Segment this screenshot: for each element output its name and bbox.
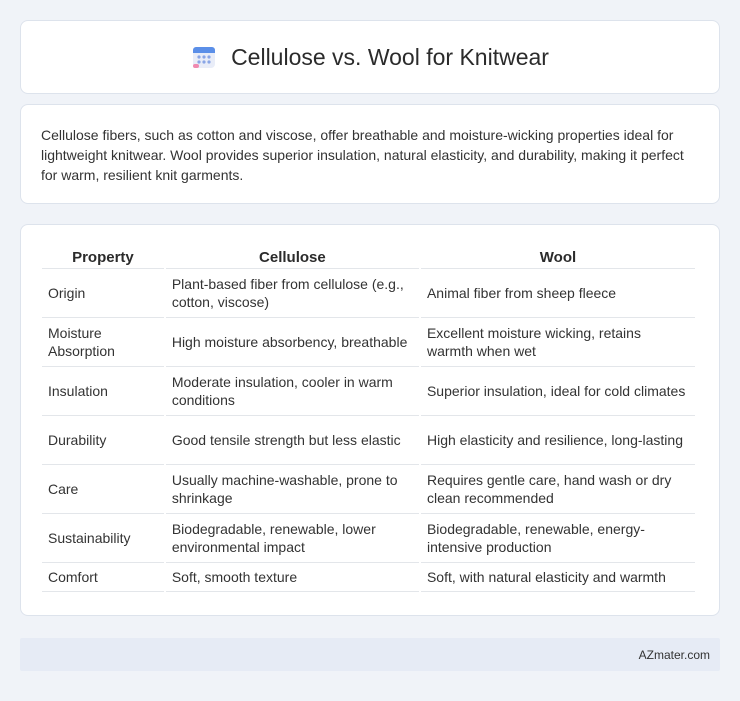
title-wrap: Cellulose vs. Wool for Knitwear bbox=[191, 44, 549, 71]
cellulose-cell: Good tensile strength but less elastic bbox=[165, 416, 419, 465]
comparison-table: Property Cellulose Wool Origin Plant-bas… bbox=[40, 245, 697, 592]
property-cell: Care bbox=[42, 465, 164, 514]
wool-cell: Biodegradable, renewable, energy-intensi… bbox=[420, 514, 695, 563]
property-cell: Comfort bbox=[42, 563, 164, 592]
table-row: Insulation Moderate insulation, cooler i… bbox=[42, 367, 695, 416]
table-row: Origin Plant-based fiber from cellulose … bbox=[42, 269, 695, 318]
property-cell: Insulation bbox=[42, 367, 164, 416]
footer-bar: AZmater.com bbox=[20, 638, 720, 671]
property-cell: Moisture Absorption bbox=[42, 318, 164, 367]
wool-cell: High elasticity and resilience, long-las… bbox=[420, 416, 695, 465]
table-row: Sustainability Biodegradable, renewable,… bbox=[42, 514, 695, 563]
table-header-row: Property Cellulose Wool bbox=[42, 245, 695, 269]
wool-cell: Soft, with natural elasticity and warmth bbox=[420, 563, 695, 592]
table-row: Care Usually machine-washable, prone to … bbox=[42, 465, 695, 514]
wool-cell: Requires gentle care, hand wash or dry c… bbox=[420, 465, 695, 514]
table-row: Comfort Soft, smooth texture Soft, with … bbox=[42, 563, 695, 592]
calendar-grid-icon bbox=[193, 47, 216, 68]
comparison-table-card: Property Cellulose Wool Origin Plant-bas… bbox=[20, 224, 720, 616]
intro-text: Cellulose fibers, such as cotton and vis… bbox=[41, 127, 684, 183]
cellulose-cell: Soft, smooth texture bbox=[165, 563, 419, 592]
header-property: Property bbox=[42, 245, 164, 269]
wool-cell: Superior insulation, ideal for cold clim… bbox=[420, 367, 695, 416]
property-cell: Origin bbox=[42, 269, 164, 318]
cellulose-cell: High moisture absorbency, breathable bbox=[165, 318, 419, 367]
cellulose-cell: Plant-based fiber from cellulose (e.g., … bbox=[165, 269, 419, 318]
wool-cell: Excellent moisture wicking, retains warm… bbox=[420, 318, 695, 367]
header-cellulose: Cellulose bbox=[165, 245, 419, 269]
table-row: Moisture Absorption High moisture absorb… bbox=[42, 318, 695, 367]
header-wool: Wool bbox=[420, 245, 695, 269]
title-card: Cellulose vs. Wool for Knitwear bbox=[20, 20, 720, 94]
cellulose-cell: Moderate insulation, cooler in warm cond… bbox=[165, 367, 419, 416]
cellulose-cell: Biodegradable, renewable, lower environm… bbox=[165, 514, 419, 563]
intro-card: Cellulose fibers, such as cotton and vis… bbox=[20, 104, 720, 204]
property-cell: Durability bbox=[42, 416, 164, 465]
footer-site-link[interactable]: AZmater.com bbox=[639, 648, 710, 662]
property-cell: Sustainability bbox=[42, 514, 164, 563]
wool-cell: Animal fiber from sheep fleece bbox=[420, 269, 695, 318]
page-title: Cellulose vs. Wool for Knitwear bbox=[231, 43, 549, 70]
cellulose-cell: Usually machine-washable, prone to shrin… bbox=[165, 465, 419, 514]
table-row: Durability Good tensile strength but les… bbox=[42, 416, 695, 465]
